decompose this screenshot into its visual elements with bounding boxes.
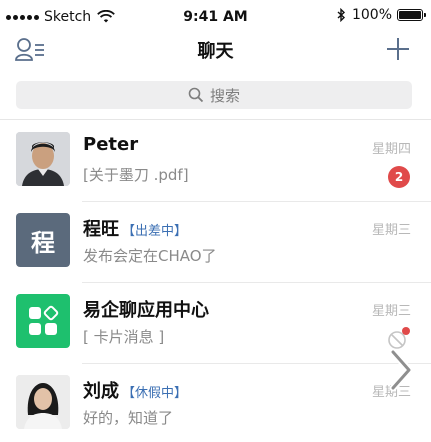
chat-time: 星期三 (371, 304, 411, 319)
muted-dot-icon (388, 327, 410, 349)
status-tag: 【出差中】 (122, 224, 188, 239)
search-icon (188, 87, 204, 103)
status-bar: Sketch 9:41 AM 100% (0, 0, 431, 36)
search-placeholder: 搜索 (209, 86, 240, 105)
chat-item-liucheng[interactable]: 刘成 【休假中】 好的，知道了 星期三 (0, 363, 431, 442)
chat-message: [ 卡片消息 ] (83, 328, 165, 346)
avatar (16, 294, 70, 348)
battery-percent: 100% (351, 7, 392, 23)
chat-name: 刘成 【休假中】 (83, 377, 187, 403)
avatar (16, 375, 70, 429)
chat-item-peter[interactable]: Peter [关于墨刀 .pdf] 星期四 2 (0, 120, 431, 202)
battery-icon (397, 9, 426, 21)
chat-item-chengwang[interactable]: 程 程旺 【出差中】 发布会定在CHAO了 星期三 (0, 201, 431, 283)
chat-name-text: 易企聊应用中心 (83, 300, 209, 321)
person-photo-icon (16, 375, 70, 429)
chevron-right-icon[interactable] (387, 348, 415, 392)
chat-name: 易企聊应用中心 (83, 296, 209, 322)
search-input[interactable]: 搜索 (16, 81, 412, 109)
chat-name: Peter (83, 134, 138, 155)
bluetooth-icon (337, 8, 345, 22)
chat-list: Peter [关于墨刀 .pdf] 星期四 2 程 程旺 【出差中】 发布会定在… (0, 119, 431, 442)
chat-name: 程旺 【出差中】 (83, 215, 187, 241)
page-title: 聊天 (197, 41, 234, 62)
app-grid-icon (29, 305, 59, 335)
chat-time: 星期三 (371, 223, 411, 238)
person-photo-icon (16, 132, 70, 186)
chat-time: 星期四 (371, 142, 411, 157)
chat-item-app-center[interactable]: 易企聊应用中心 [ 卡片消息 ] 星期三 (0, 282, 431, 364)
chat-name-text: 刘成 (83, 381, 119, 402)
add-icon[interactable] (385, 36, 411, 62)
status-right: 100% (337, 7, 426, 23)
chat-message: [关于墨刀 .pdf] (83, 166, 189, 184)
nav-bar: 聊天 (0, 36, 431, 74)
avatar: 程 (16, 213, 70, 267)
status-tag: 【休假中】 (122, 386, 188, 401)
chat-message: 好的，知道了 (83, 409, 174, 427)
chat-name-text: 程旺 (83, 219, 119, 240)
avatar (16, 132, 70, 186)
chat-message: 发布会定在CHAO了 (83, 247, 217, 265)
unread-badge: 2 (388, 166, 410, 188)
chat-name-text: Peter (83, 134, 139, 155)
